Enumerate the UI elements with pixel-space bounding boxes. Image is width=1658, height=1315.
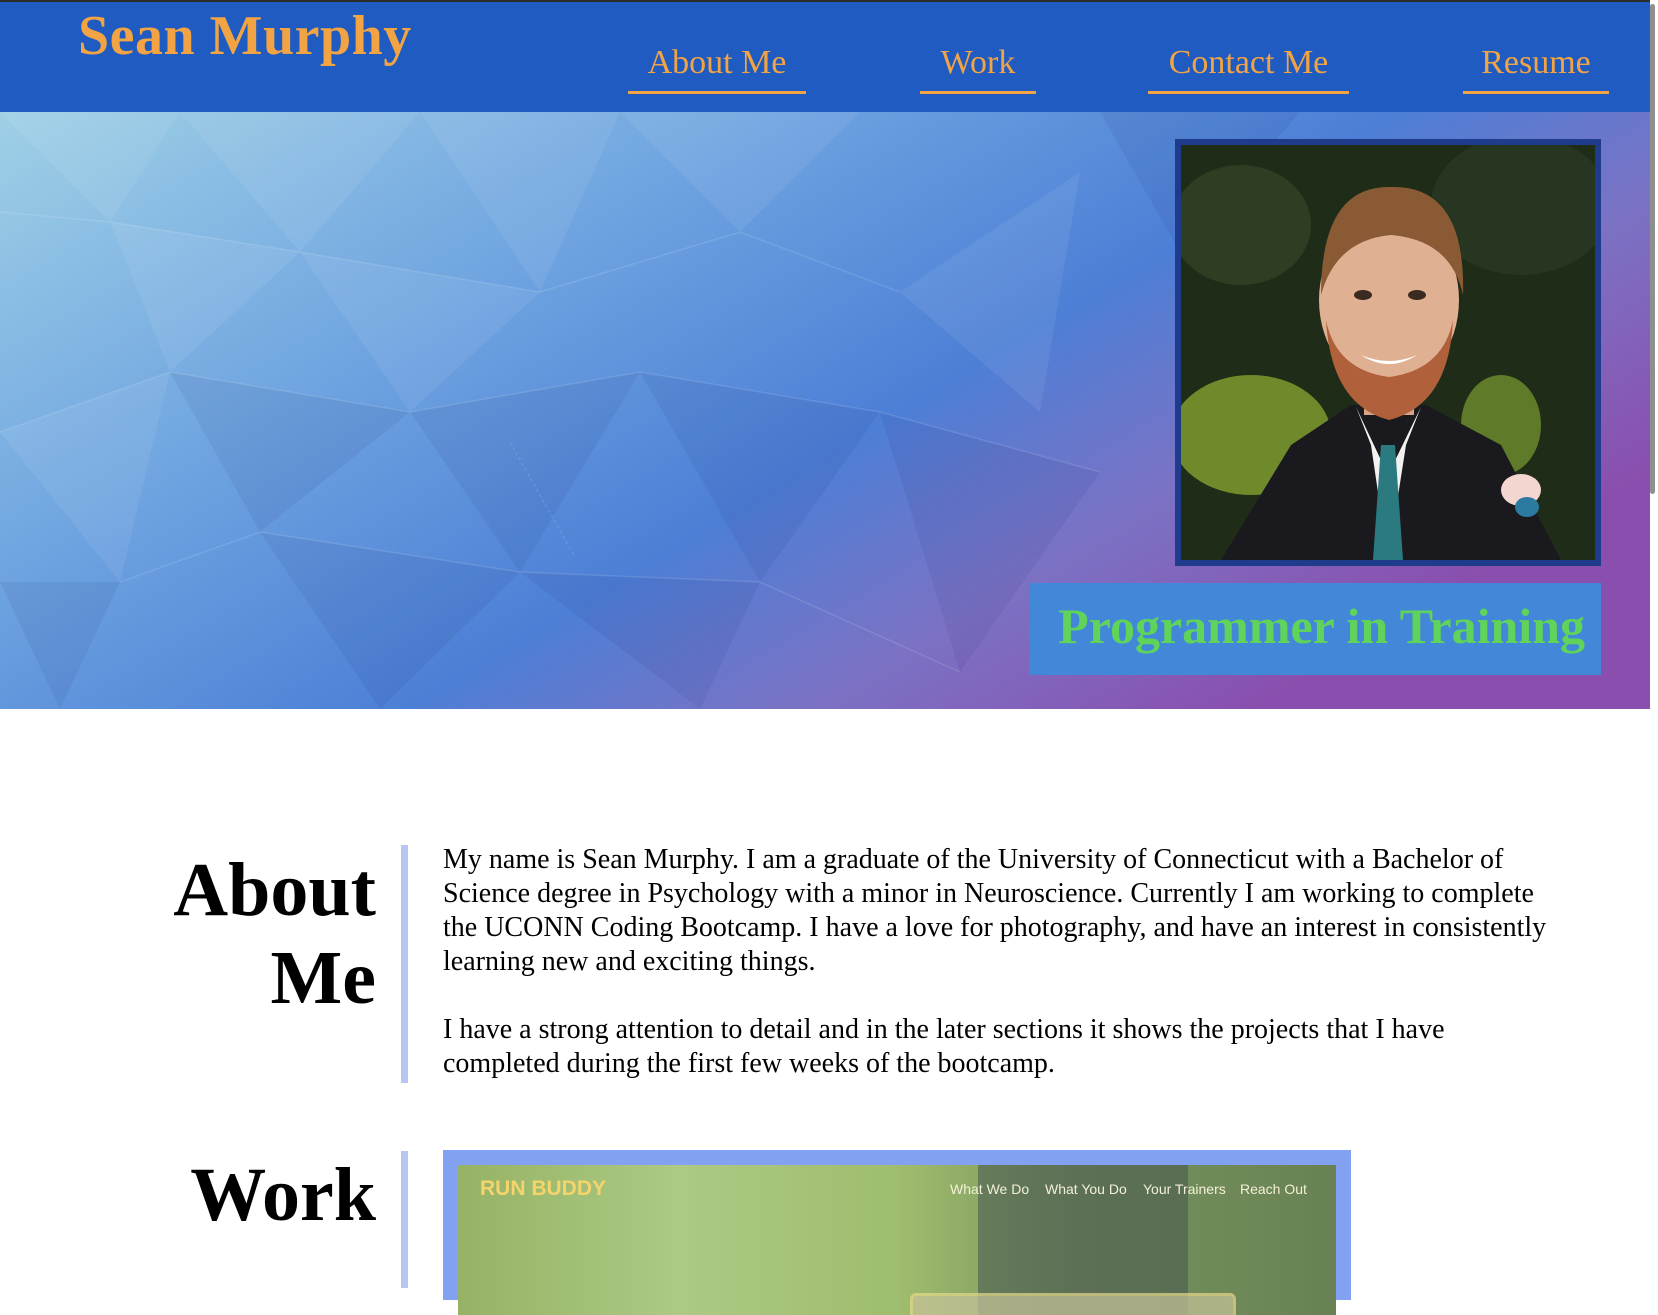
- site-brand[interactable]: Sean Murphy: [78, 4, 412, 68]
- about-paragraph-1: My name is Sean Murphy. I am a graduate …: [443, 844, 1547, 977]
- nav-about-me[interactable]: About Me: [628, 42, 806, 94]
- site-header: Sean Murphy About Me Work Contact Me Res…: [0, 0, 1650, 112]
- work-divider: [401, 1151, 408, 1288]
- shot-link-what-you-do: What You Do: [1045, 1181, 1127, 1197]
- profile-photo: [1175, 139, 1601, 566]
- hero-tagline: Programmer in Training: [1058, 598, 1585, 654]
- signup-form-edge: [910, 1293, 1236, 1315]
- shot-link-what-we-do: What We Do: [950, 1181, 1030, 1197]
- hero-banner: Programmer in Training: [0, 112, 1650, 709]
- project-screenshot: RUN BUDDY What We Do What You Do Your Tr…: [458, 1165, 1336, 1315]
- nav-work[interactable]: Work: [920, 42, 1036, 94]
- tagline-box: Programmer in Training: [1029, 583, 1601, 675]
- run-buddy-logo: RUN BUDDY: [480, 1177, 606, 1200]
- about-divider: [401, 845, 408, 1083]
- project-card-run-buddy[interactable]: RUN BUDDY What We Do What You Do Your Tr…: [443, 1150, 1351, 1315]
- about-me-heading: About Me: [120, 846, 376, 1022]
- shot-link-reach-out: Reach Out: [1240, 1181, 1307, 1197]
- about-paragraph-2: I have a strong attention to detail and …: [443, 1014, 1445, 1079]
- shot-link-your-trainers: Your Trainers: [1143, 1181, 1226, 1197]
- about-title-line2: Me: [270, 936, 376, 1020]
- about-me-text: My name is Sean Murphy. I am a graduate …: [443, 843, 1551, 1115]
- page-scrollbar-thumb[interactable]: [1650, 4, 1655, 494]
- nav-resume[interactable]: Resume: [1463, 42, 1609, 94]
- work-heading: Work: [190, 1153, 376, 1237]
- nav-contact-me[interactable]: Contact Me: [1148, 42, 1349, 94]
- profile-photo-image: [1181, 145, 1595, 560]
- about-title-line1: About: [173, 848, 376, 932]
